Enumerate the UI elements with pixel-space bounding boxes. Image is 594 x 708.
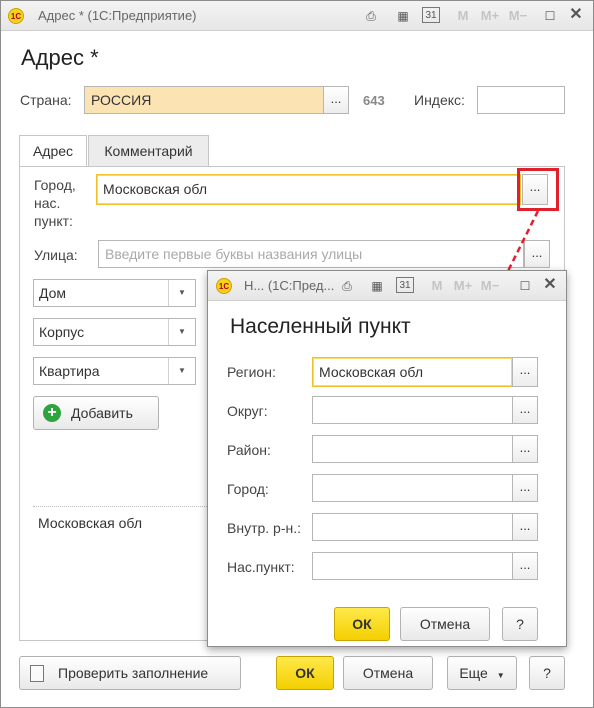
tab-address[interactable]: Адрес [19, 135, 87, 167]
memory-plus-icon[interactable]: M+ [479, 7, 501, 25]
country-pick-button[interactable]: ... [323, 86, 349, 114]
street-field[interactable]: Введите первые буквы названия улицы [98, 240, 524, 268]
index-label: Индекс: [414, 92, 465, 108]
maximize-icon[interactable]: ☐ [516, 277, 534, 295]
add-button[interactable]: + Добавить [33, 396, 159, 430]
more-button[interactable]: Еще ▼ [447, 656, 517, 690]
apartment-type-value: Квартира [39, 363, 100, 379]
add-button-label: Добавить [71, 405, 133, 421]
dialog-field-pick-button[interactable]: ... [512, 474, 538, 502]
memory-m-icon[interactable]: M [454, 7, 472, 25]
more-button-label: Еще [459, 665, 488, 681]
dialog-field-input[interactable] [312, 474, 513, 502]
dialog-help-button[interactable]: ? [502, 607, 538, 641]
dialog-field-label: Город: [227, 481, 269, 497]
dialog-field-input[interactable] [312, 435, 513, 463]
dialog-field-input[interactable]: Московская обл [312, 357, 513, 387]
print-icon[interactable]: ⎙ [362, 7, 380, 25]
dialog-title-bar: 1С Н... (1С:Пред... ⎙ ▦ 31 M M+ M− ☐ ✕ [208, 271, 566, 301]
checklist-icon [30, 665, 44, 682]
dialog-ok-button[interactable]: ОК [334, 607, 390, 641]
dialog-field-pick-button[interactable]: ... [512, 357, 538, 387]
plus-circle-icon: + [43, 404, 61, 422]
building-type-value: Корпус [39, 324, 85, 340]
ok-button[interactable]: ОК [276, 656, 334, 690]
building-type-select[interactable]: Корпус ▼ [33, 318, 196, 346]
country-field[interactable]: РОССИЯ [84, 86, 324, 114]
check-fill-button[interactable]: Проверить заполнение [19, 656, 241, 690]
address-result-text: Московская обл [38, 515, 142, 531]
help-button[interactable]: ? [529, 656, 565, 690]
memory-minus-icon[interactable]: M− [507, 7, 529, 25]
dialog-field-label: Нас.пункт: [227, 559, 295, 575]
country-code: 643 [363, 93, 385, 108]
dialog-field-pick-button[interactable]: ... [512, 435, 538, 463]
dialog-field-label: Округ: [227, 403, 268, 419]
close-icon[interactable]: ✕ [567, 6, 585, 24]
memory-minus-icon[interactable]: M− [479, 277, 501, 295]
dialog-cancel-button[interactable]: Отмена [400, 607, 490, 641]
locality-dialog: 1С Н... (1С:Пред... ⎙ ▦ 31 M M+ M− ☐ ✕ Н… [207, 270, 567, 647]
dialog-field-label: Район: [227, 442, 271, 458]
dialog-field-label: Регион: [227, 364, 276, 380]
dialog-field-input[interactable] [312, 513, 513, 541]
logo-icon: 1С [216, 278, 232, 294]
logo-icon: 1С [8, 8, 24, 24]
dialog-window-title: Н... (1С:Пред... [244, 278, 335, 293]
apartment-type-select[interactable]: Квартира ▼ [33, 357, 196, 385]
dialog-field-input[interactable] [312, 396, 513, 424]
memory-plus-icon[interactable]: M+ [452, 277, 474, 295]
dialog-field-input[interactable] [312, 552, 513, 580]
index-field[interactable] [477, 86, 565, 114]
title-bar: 1С Адрес * (1С:Предприятие) ⎙ ▦ 31 M M+ … [1, 1, 593, 31]
print-icon[interactable]: ⎙ [338, 277, 356, 295]
chevron-down-icon: ▼ [168, 358, 195, 384]
calendar-icon[interactable]: 31 [396, 277, 414, 293]
memory-m-icon[interactable]: M [428, 277, 446, 295]
window-title: Адрес * (1С:Предприятие) [38, 8, 197, 23]
dialog-field-pick-button[interactable]: ... [512, 552, 538, 580]
city-label: Город, нас. пункт: [34, 177, 76, 229]
country-label: Страна: [20, 92, 72, 108]
dialog-field-label: Внутр. р-н.: [227, 520, 302, 536]
calculator-icon[interactable]: ▦ [394, 7, 412, 25]
address-result: Московская обл [33, 506, 223, 634]
check-fill-label: Проверить заполнение [58, 665, 209, 681]
chevron-down-icon: ▼ [496, 671, 505, 680]
dialog-heading: Населенный пункт [230, 315, 411, 338]
maximize-icon[interactable]: ☐ [541, 7, 559, 25]
city-field[interactable]: Московская обл [96, 174, 521, 205]
close-icon[interactable]: ✕ [541, 276, 559, 294]
page-title: Адрес * [21, 45, 99, 70]
tab-comment[interactable]: Комментарий [88, 135, 209, 166]
cancel-button[interactable]: Отмена [343, 656, 433, 690]
chevron-down-icon: ▼ [168, 319, 195, 345]
dialog-field-pick-button[interactable]: ... [512, 513, 538, 541]
chevron-down-icon: ▼ [168, 280, 195, 306]
house-type-select[interactable]: Дом ▼ [33, 279, 196, 307]
calculator-icon[interactable]: ▦ [368, 277, 386, 295]
calendar-icon[interactable]: 31 [422, 7, 440, 23]
house-type-value: Дом [39, 285, 67, 301]
dialog-field-pick-button[interactable]: ... [512, 396, 538, 424]
street-label: Улица: [34, 247, 78, 263]
